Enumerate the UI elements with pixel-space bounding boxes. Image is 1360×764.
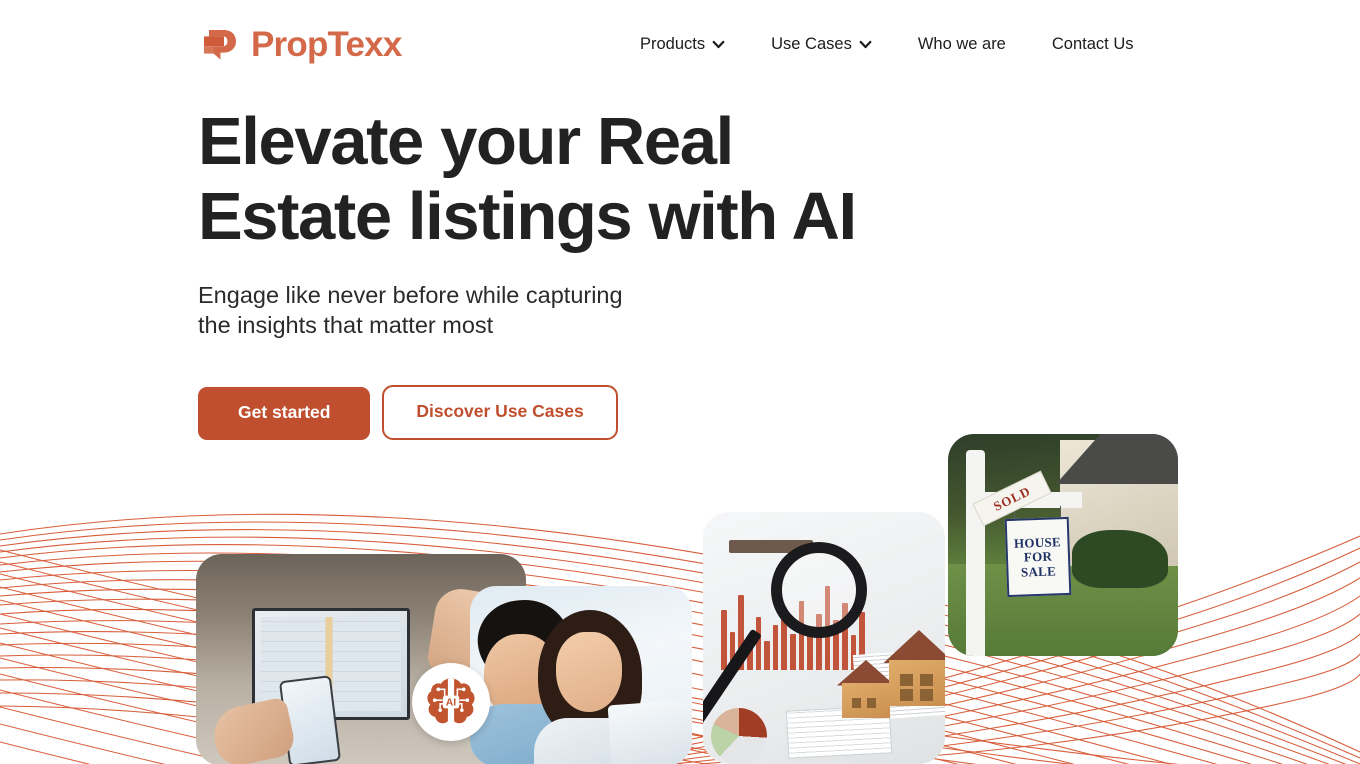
wooden-house-model-large xyxy=(883,630,945,706)
discover-use-cases-button[interactable]: Discover Use Cases xyxy=(382,385,618,440)
house-for-sale-sign-photo: SOLD HOUSE FOR SALE xyxy=(948,434,1178,656)
house-roof xyxy=(1056,434,1178,484)
laptop-screen xyxy=(252,608,410,720)
sign-line-2: FOR xyxy=(1023,548,1053,565)
orange-flowing-line-waves xyxy=(0,513,1360,764)
real-estate-agent-laptop-photo xyxy=(196,554,526,764)
magnifying-glass-icon xyxy=(771,542,867,638)
proptexx-p-mark-icon xyxy=(204,30,236,60)
woman-hair xyxy=(538,610,642,740)
chart-header-strip xyxy=(729,540,813,553)
sign-chain-right xyxy=(1060,506,1061,520)
ai-brain-circuit-icon: AI xyxy=(427,678,475,725)
shrubbery xyxy=(1072,530,1168,588)
wooden-house-model-small xyxy=(837,660,895,718)
woman-face xyxy=(556,632,622,712)
couple-browsing-listings-photo xyxy=(470,586,692,764)
sign-post xyxy=(966,450,985,656)
bar-chart xyxy=(721,574,865,670)
site-header: PropTexx Products Use Cases Who we are C… xyxy=(0,0,1360,92)
nav-item-label: Products xyxy=(640,35,706,53)
sign-crossarm xyxy=(966,492,1082,508)
nav-item-contact-us[interactable]: Contact Us xyxy=(1052,30,1134,59)
nav-item-label: Who we are xyxy=(917,35,1006,53)
woman-torso xyxy=(534,718,646,764)
nav-item-who-we-are[interactable]: Who we are xyxy=(918,30,1006,59)
page-title: Elevate your Real Estate listings with A… xyxy=(198,104,857,255)
man-hair xyxy=(473,595,575,691)
ai-badge-label: AI xyxy=(446,698,457,709)
for-sale-sign: HOUSE FOR SALE xyxy=(1004,516,1072,598)
nav-item-products[interactable]: Products xyxy=(640,30,725,59)
smartphone xyxy=(278,675,342,764)
get-started-button[interactable]: Get started xyxy=(198,387,371,440)
data-table xyxy=(785,705,893,759)
pie-chart xyxy=(711,708,767,764)
hero-section: Elevate your Real Estate listings with A… xyxy=(198,104,958,440)
house-facade xyxy=(1060,440,1178,566)
magnifier-handle xyxy=(703,628,762,725)
sign-line-3: SALE xyxy=(1020,563,1057,580)
hero-cta-row: Get started Discover Use Cases xyxy=(198,385,958,440)
nav-item-label: Contact Us xyxy=(1051,35,1134,53)
man-face xyxy=(484,634,558,720)
sign-chain-left xyxy=(1014,506,1015,520)
sold-banner: SOLD xyxy=(972,470,1052,527)
sign-line-1: HOUSE xyxy=(1013,533,1062,551)
brand-wordmark: PropTexx xyxy=(251,24,402,64)
laptop xyxy=(607,698,692,764)
property-analytics-charts-photo xyxy=(703,512,945,764)
nav-item-use-cases[interactable]: Use Cases xyxy=(771,30,872,59)
spreadsheet-grid xyxy=(852,649,945,721)
lawn xyxy=(948,564,1178,656)
chevron-down-icon xyxy=(712,40,725,48)
nav-item-label: Use Cases xyxy=(771,35,852,53)
ai-badge: AI xyxy=(412,663,490,741)
chevron-down-icon xyxy=(859,40,872,48)
landing-page: PropTexx Products Use Cases Who we are C… xyxy=(0,0,1360,764)
hand-left xyxy=(208,696,298,764)
brand-logo[interactable]: PropTexx xyxy=(198,22,402,66)
hero-subtitle: Engage like never before while capturing… xyxy=(198,282,623,339)
main-navigation: Products Use Cases Who we are Contact Us xyxy=(640,30,1134,59)
